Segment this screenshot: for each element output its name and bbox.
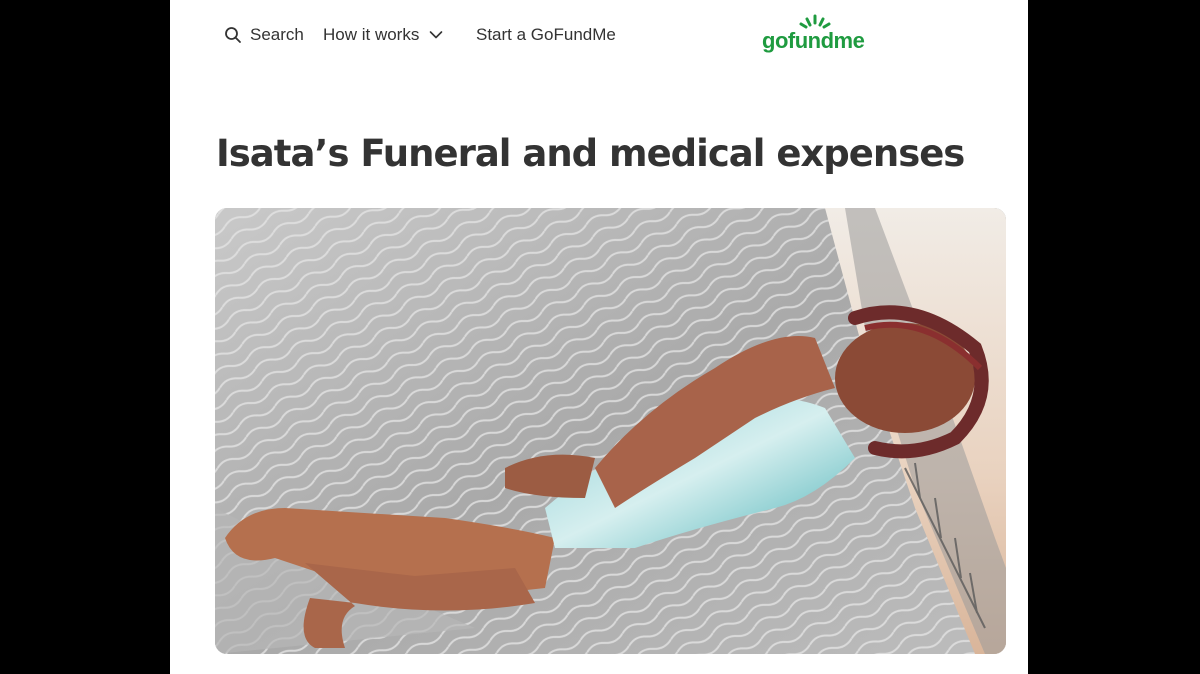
search-icon bbox=[224, 26, 250, 44]
campaign-page: Search How it works Start a GoFundMe gof… bbox=[170, 0, 1028, 674]
logo-wordmark: gofundme bbox=[762, 28, 865, 53]
search-button[interactable]: Search bbox=[224, 22, 304, 48]
chevron-down-icon bbox=[419, 30, 443, 40]
start-gofundme-label: Start a GoFundMe bbox=[476, 25, 616, 44]
how-it-works-menu[interactable]: How it works bbox=[323, 22, 443, 48]
gofundme-logo[interactable]: gofundme bbox=[760, 14, 880, 58]
campaign-title: Isata’s Funeral and medical expenses bbox=[216, 132, 965, 175]
start-gofundme-link[interactable]: Start a GoFundMe bbox=[476, 22, 616, 48]
campaign-photo[interactable] bbox=[215, 208, 1006, 654]
search-label: Search bbox=[250, 25, 304, 44]
top-navigation: Search How it works Start a GoFundMe gof… bbox=[170, 0, 1028, 70]
how-it-works-label: How it works bbox=[323, 25, 420, 44]
